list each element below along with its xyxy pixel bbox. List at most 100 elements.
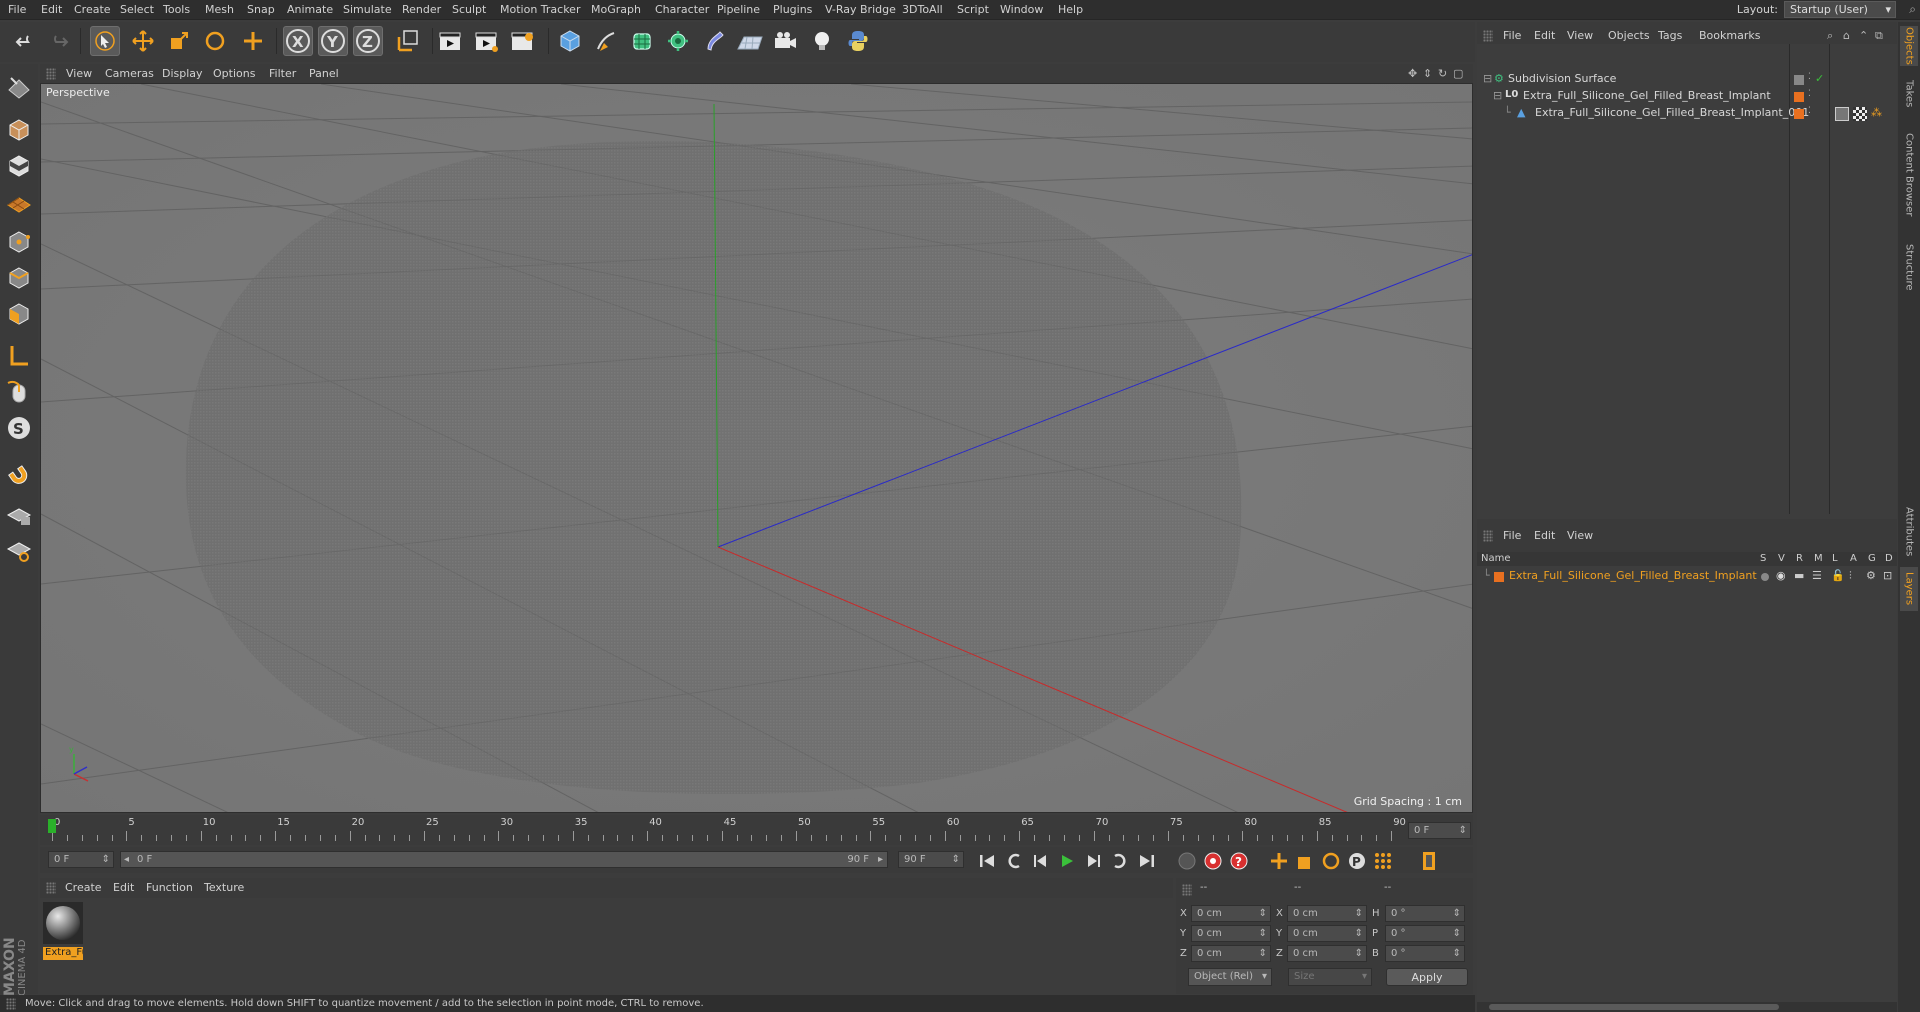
tab-takes[interactable]: Takes: [1900, 74, 1918, 114]
expand-icon[interactable]: ⊟: [1483, 72, 1492, 85]
search-icon[interactable]: ⌕: [1827, 29, 1833, 43]
manager-icon[interactable]: ☰: [1812, 569, 1822, 582]
camera-button[interactable]: [771, 26, 801, 56]
menu-render[interactable]: Render: [402, 3, 441, 16]
edges-mode-button[interactable]: [3, 262, 35, 294]
texture-tag-icon[interactable]: [1853, 107, 1867, 121]
key-parameter-button[interactable]: P: [1346, 850, 1368, 872]
pen-spline-button[interactable]: [591, 26, 621, 56]
drag-handle-icon[interactable]: [1483, 30, 1493, 42]
timeline-ruler[interactable]: 0 5 10 15 20 25 30 35 40 45 50 55 60 65 70 75 80 85 90 0 F…: [40, 815, 1473, 845]
viewport-menu-display[interactable]: Display: [162, 67, 203, 80]
perspective-viewport[interactable]: y Perspective Grid Spacing : 1 cm: [40, 83, 1473, 813]
tweak-mode-button[interactable]: [3, 376, 35, 408]
visibility-dots-icon[interactable]: ⁚: [1808, 72, 1811, 82]
menu-window[interactable]: Window: [1000, 3, 1043, 16]
rotate-view-icon[interactable]: ↻: [1438, 67, 1447, 80]
eye-icon[interactable]: ◉: [1776, 569, 1786, 582]
material-menu-edit[interactable]: Edit: [113, 881, 134, 894]
position-y-field[interactable]: 0 cm ⇕: [1191, 925, 1271, 942]
rotation-b-field[interactable]: 0 ° ⇕: [1385, 945, 1465, 962]
menu-snap[interactable]: Snap: [247, 3, 275, 16]
keyframe-selection-button[interactable]: ?: [1228, 850, 1250, 872]
new-window-icon[interactable]: ⧉: [1875, 29, 1883, 43]
y-axis-lock-button[interactable]: Y: [318, 26, 348, 56]
start-frame-field[interactable]: 0 F ⇕: [48, 851, 114, 868]
object-menu-file[interactable]: File: [1503, 29, 1521, 42]
rotation-p-field[interactable]: 0 ° ⇕: [1385, 925, 1465, 942]
zoom-view-icon[interactable]: ⇕: [1423, 67, 1432, 80]
transform-tool-button[interactable]: [238, 26, 268, 56]
drag-handle-icon[interactable]: [6, 998, 16, 1010]
tab-content-browser[interactable]: Content Browser: [1900, 120, 1918, 230]
expand-icon[interactable]: ⊟: [1493, 89, 1502, 102]
previous-key-button[interactable]: [1004, 850, 1026, 872]
material-menu-function[interactable]: Function: [146, 881, 193, 894]
home-icon[interactable]: ⌂: [1843, 29, 1850, 42]
generator-icon[interactable]: ⚙: [1866, 569, 1876, 582]
layer-color-swatch[interactable]: [1494, 572, 1504, 582]
phong-tag-icon[interactable]: [1835, 107, 1849, 121]
viewport-menu-view[interactable]: View: [66, 67, 92, 80]
layer-chip-icon[interactable]: [1794, 75, 1804, 85]
layer-chip-icon[interactable]: [1794, 109, 1804, 119]
undo-button[interactable]: [10, 26, 40, 56]
previous-frame-button[interactable]: [1030, 850, 1052, 872]
visibility-dots-icon[interactable]: ⁚: [1808, 89, 1811, 99]
position-z-field[interactable]: 0 cm ⇕: [1191, 945, 1271, 962]
render-view-button[interactable]: [436, 26, 466, 56]
light-button[interactable]: [807, 26, 837, 56]
menu-pipeline[interactable]: Pipeline: [717, 3, 760, 16]
autokeying-button[interactable]: [1202, 850, 1224, 872]
tab-attributes[interactable]: Attributes: [1900, 502, 1918, 562]
tab-structure[interactable]: Structure: [1900, 237, 1918, 297]
render-picture-viewer-button[interactable]: [472, 26, 502, 56]
viewport-menu-panel[interactable]: Panel: [309, 67, 339, 80]
next-frame-button[interactable]: [1082, 850, 1104, 872]
playhead-marker[interactable]: [48, 819, 56, 833]
layer-chip-icon[interactable]: [1794, 92, 1804, 102]
layer-menu-view[interactable]: View: [1567, 529, 1593, 542]
enable-axis-button[interactable]: [3, 340, 35, 372]
texture-mode-button[interactable]: [3, 150, 35, 182]
play-button[interactable]: [1056, 850, 1078, 872]
menu-select[interactable]: Select: [120, 3, 154, 16]
object-row[interactable]: ⊟ ⚙ Subdivision Surface ⁚ ✓: [1477, 72, 1897, 90]
menu-motion-tracker[interactable]: Motion Tracker: [500, 3, 580, 16]
render-settings-button[interactable]: [508, 26, 538, 56]
material-tag-icon[interactable]: ⁂: [1871, 106, 1882, 119]
tab-layers[interactable]: Layers: [1900, 567, 1918, 611]
key-position-button[interactable]: [1268, 850, 1290, 872]
z-axis-lock-button[interactable]: Z: [353, 26, 383, 56]
object-menu-view[interactable]: View: [1567, 29, 1593, 42]
menu-animate[interactable]: Animate: [287, 3, 333, 16]
material-menu-create[interactable]: Create: [65, 881, 102, 894]
go-to-end-button[interactable]: [1136, 850, 1158, 872]
make-editable-button[interactable]: [3, 70, 35, 102]
apply-button[interactable]: Apply: [1386, 968, 1468, 986]
rotation-h-field[interactable]: 0 ° ⇕: [1385, 905, 1465, 922]
size-z-field[interactable]: 0 cm ⇕: [1287, 945, 1367, 962]
cube-object-button[interactable]: [555, 26, 585, 56]
menu-character[interactable]: Character: [655, 3, 709, 16]
viewport-menu-cameras[interactable]: Cameras: [105, 67, 154, 80]
menu-sculpt[interactable]: Sculpt: [452, 3, 486, 16]
search-icon[interactable]: ⌕: [1909, 2, 1916, 17]
object-menu-objects[interactable]: Objects: [1608, 29, 1650, 42]
menu-file[interactable]: File: [8, 3, 26, 16]
menu-script[interactable]: Script: [957, 3, 989, 16]
scrollbar-thumb[interactable]: [1489, 1004, 1779, 1010]
points-mode-button[interactable]: [3, 226, 35, 258]
deformer-icon[interactable]: ⊡: [1883, 569, 1892, 582]
key-pla-button[interactable]: [1372, 850, 1394, 872]
coordinate-system-button[interactable]: [393, 26, 423, 56]
menu-simulate[interactable]: Simulate: [343, 3, 392, 16]
model-mode-button[interactable]: [3, 114, 35, 146]
check-icon[interactable]: ✓: [1815, 72, 1824, 85]
next-key-button[interactable]: [1108, 850, 1130, 872]
object-menu-bookmarks[interactable]: Bookmarks: [1699, 29, 1760, 42]
menu-edit[interactable]: Edit: [41, 3, 62, 16]
layout-dropdown[interactable]: Startup (User) ▾: [1784, 1, 1896, 18]
scale-tool-button[interactable]: [164, 26, 194, 56]
menu-plugins[interactable]: Plugins: [773, 3, 812, 16]
